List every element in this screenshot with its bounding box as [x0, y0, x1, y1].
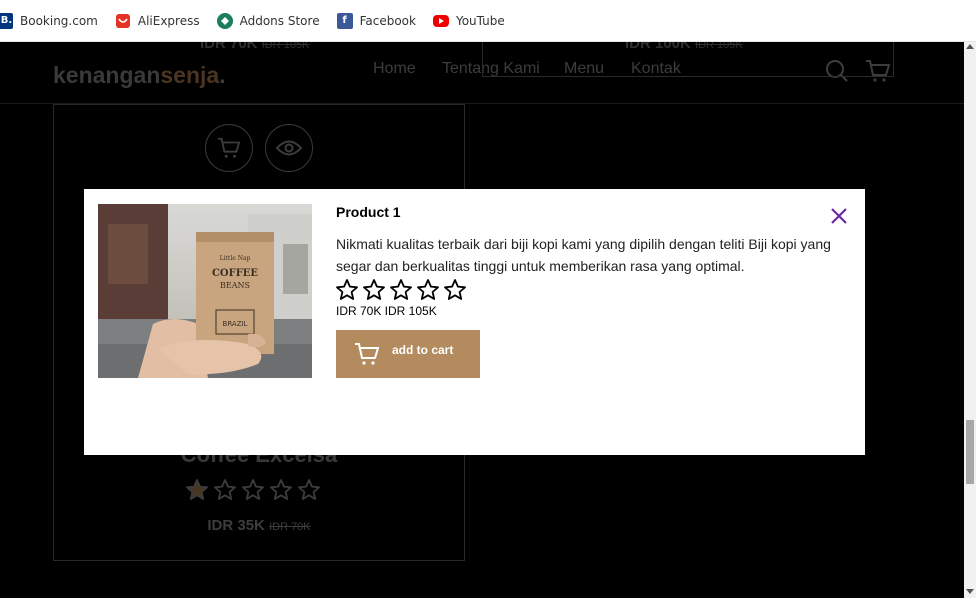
bag-brand-text: Little Nap — [220, 255, 251, 262]
cart-icon — [355, 343, 380, 365]
addons-store-icon — [216, 12, 233, 29]
nav-home[interactable]: Home — [373, 60, 416, 78]
modal-product-description: Nikmati kualitas terbaik dari biji kopi … — [336, 236, 831, 274]
booking-icon: B. — [0, 12, 13, 29]
bookmarks-bar: B. Booking.com AliExpress Addons Store f… — [0, 0, 976, 42]
bookmark-label: Addons Store — [239, 13, 320, 28]
card-quick-view-button[interactable] — [265, 124, 313, 172]
logo-dot: . — [219, 62, 226, 88]
star-empty-icon[interactable] — [269, 478, 293, 502]
product-modal: Little Nap COFFEE BEANS BRAZIL Product 1… — [84, 189, 865, 455]
bookmark-youtube[interactable]: YouTube — [432, 13, 505, 28]
scroll-down-arrow-icon[interactable] — [966, 589, 974, 594]
card-add-to-cart-button[interactable] — [205, 124, 253, 172]
page-scrollbar[interactable] — [964, 42, 976, 598]
bookmark-booking[interactable]: B. Booking.com — [0, 12, 98, 29]
star-empty-icon[interactable] — [416, 278, 440, 302]
close-icon[interactable] — [830, 207, 848, 225]
add-to-cart-button[interactable]: add to cart — [336, 330, 480, 378]
product-image: Little Nap COFFEE BEANS BRAZIL — [98, 204, 312, 378]
star-empty-icon[interactable] — [362, 278, 386, 302]
star-empty-icon[interactable] — [241, 478, 265, 502]
cart-icon — [218, 137, 241, 158]
site-logo[interactable]: kenangansenja. — [53, 62, 226, 89]
bookmark-label: Facebook — [359, 13, 416, 28]
modal-product-price: IDR 70K IDR 105K — [336, 304, 437, 318]
star-empty-icon[interactable] — [335, 278, 359, 302]
scrollbar-thumb[interactable] — [966, 420, 974, 484]
add-to-cart-label: add to cart — [392, 343, 454, 357]
product-card — [482, 42, 894, 77]
star-empty-icon[interactable] — [389, 278, 413, 302]
product-rating — [185, 478, 321, 502]
youtube-icon — [432, 14, 449, 27]
scroll-up-arrow-icon[interactable] — [966, 44, 974, 49]
aliexpress-icon — [114, 12, 131, 29]
logo-accent: senja — [160, 62, 220, 88]
bag-origin-text: BRAZIL — [223, 320, 248, 328]
logo-main: kenangan — [53, 62, 161, 88]
bag-beans-text: BEANS — [220, 281, 250, 290]
bookmark-facebook[interactable]: f Facebook — [336, 12, 416, 29]
facebook-icon: f — [336, 12, 353, 29]
bookmark-label: AliExpress — [137, 13, 200, 28]
star-empty-icon[interactable] — [443, 278, 467, 302]
price-current: IDR 35K — [207, 517, 265, 534]
modal-product-rating — [335, 278, 467, 302]
price-old: IDR 70K — [269, 521, 311, 533]
bookmark-label: YouTube — [455, 13, 505, 28]
bookmark-addons-store[interactable]: Addons Store — [216, 12, 320, 29]
bookmark-label: Booking.com — [20, 13, 98, 28]
star-empty-icon[interactable] — [297, 478, 321, 502]
star-filled-icon[interactable] — [185, 478, 209, 502]
bookmark-aliexpress[interactable]: AliExpress — [114, 12, 200, 29]
star-empty-icon[interactable] — [213, 478, 237, 502]
bag-coffee-text: COFFEE — [212, 268, 258, 279]
product-price: IDR 35K IDR 70K — [53, 517, 465, 534]
eye-icon — [276, 140, 302, 156]
modal-product-title: Product 1 — [336, 204, 401, 220]
